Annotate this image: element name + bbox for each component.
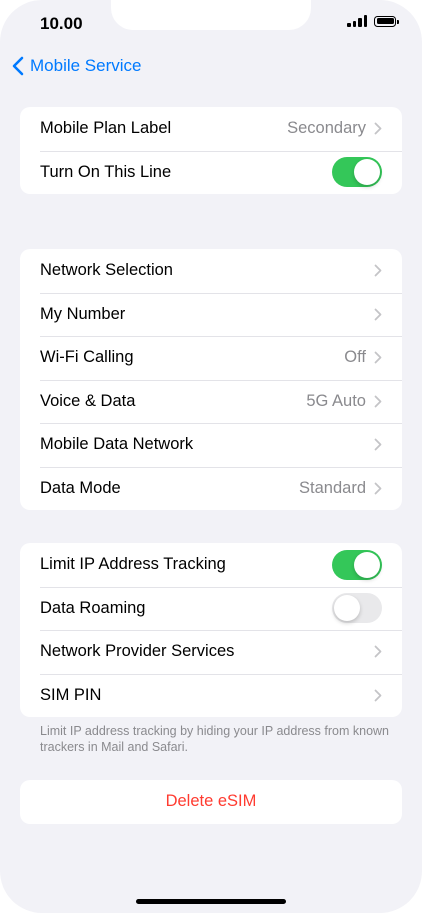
delete-group: Delete eSIM: [20, 780, 402, 824]
row-value: 5G Auto: [306, 391, 366, 410]
toggle-knob: [354, 159, 380, 186]
limit-ip-tracking-row: Limit IP Address Tracking: [20, 543, 402, 587]
row-value: Standard: [299, 478, 366, 497]
row-label: Network Provider Services: [40, 642, 235, 661]
notch: [111, 0, 311, 30]
row-label: Mobile Plan Label: [40, 119, 172, 138]
chevron-right-icon: [374, 122, 382, 135]
toggle-knob: [354, 551, 380, 578]
chevron-right-icon: [374, 264, 382, 277]
chevron-right-icon: [374, 395, 382, 408]
cellular-signal-icon: [347, 15, 367, 27]
my-number-row[interactable]: My Number: [20, 292, 402, 337]
home-indicator[interactable]: [136, 899, 286, 904]
delete-esim-button[interactable]: Delete eSIM: [20, 780, 402, 824]
mobile-plan-label-row[interactable]: Mobile Plan Label Secondary: [20, 107, 402, 151]
sim-pin-row[interactable]: SIM PIN: [20, 673, 402, 718]
chevron-right-icon: [374, 645, 382, 658]
turn-on-line-row: Turn On This Line: [20, 150, 402, 195]
ip-tracking-footnote: Limit IP address tracking by hiding your…: [40, 724, 390, 754]
network-selection-row[interactable]: Network Selection: [20, 249, 402, 293]
phone-screen: 10.00 Mobile Service Mobile Plan Label S…: [0, 0, 422, 913]
toggle-knob: [334, 595, 360, 622]
plan-group: Mobile Plan Label Secondary Turn On This…: [20, 107, 402, 194]
chevron-right-icon: [374, 308, 382, 321]
row-label: Turn On This Line: [40, 162, 172, 181]
voice-data-row[interactable]: Voice & Data 5G Auto: [20, 379, 402, 424]
mobile-data-network-row[interactable]: Mobile Data Network: [20, 423, 402, 467]
battery-icon: [374, 15, 399, 27]
row-label: Data Mode: [40, 478, 121, 497]
row-label: Mobile Data Network: [40, 435, 194, 454]
row-value: Off: [344, 348, 366, 367]
wifi-calling-row[interactable]: Wi-Fi Calling Off: [20, 336, 402, 380]
network-group: Network Selection My Number Wi-Fi Callin…: [20, 249, 402, 510]
row-label: My Number: [40, 304, 126, 323]
row-label: Wi-Fi Calling: [40, 348, 134, 367]
row-value: Secondary: [287, 119, 366, 138]
back-label: Mobile Service: [30, 56, 142, 75]
chevron-right-icon: [374, 482, 382, 495]
status-time: 10.00: [40, 14, 83, 33]
row-label: Data Roaming: [40, 598, 146, 617]
chevron-right-icon: [374, 689, 382, 702]
privacy-group: Limit IP Address Tracking Data Roaming N…: [20, 543, 402, 717]
data-roaming-row: Data Roaming: [20, 586, 402, 631]
data-mode-row[interactable]: Data Mode Standard: [20, 466, 402, 511]
chevron-right-icon: [374, 438, 382, 451]
chevron-right-icon: [374, 351, 382, 364]
back-button[interactable]: Mobile Service: [12, 56, 142, 76]
data-roaming-toggle[interactable]: [332, 593, 382, 624]
status-icons: [347, 15, 399, 27]
chevron-left-icon: [12, 56, 24, 76]
row-label: SIM PIN: [40, 685, 102, 704]
limit-ip-tracking-toggle[interactable]: [332, 549, 382, 580]
delete-esim-label: Delete eSIM: [165, 792, 257, 811]
row-label: Voice & Data: [40, 391, 136, 410]
row-label: Limit IP Address Tracking: [40, 555, 226, 574]
row-label: Network Selection: [40, 261, 173, 280]
network-provider-services-row[interactable]: Network Provider Services: [20, 630, 402, 674]
turn-on-line-toggle[interactable]: [332, 157, 382, 188]
